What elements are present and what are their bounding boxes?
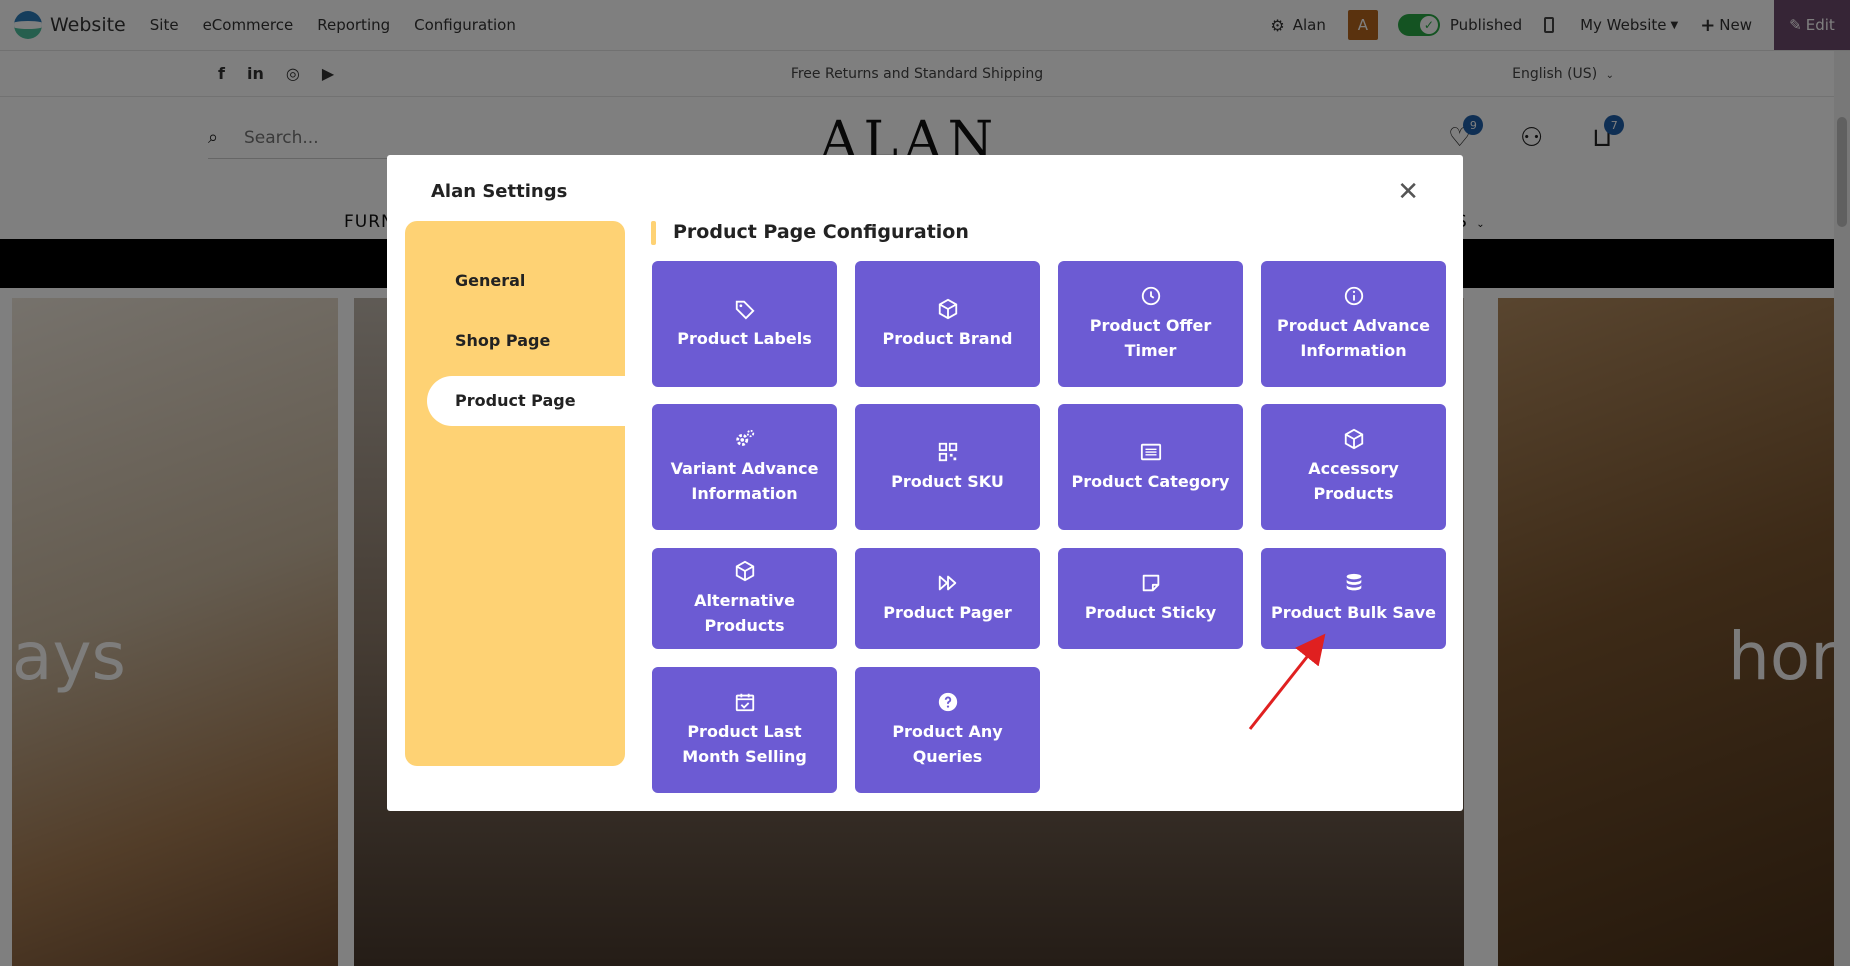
card-label: Alternative Products (694, 590, 795, 635)
question-circle-icon (938, 692, 957, 712)
card-label: Product Last Month Selling (682, 722, 807, 766)
card-product-category[interactable]: Product Category (1058, 404, 1243, 530)
card-product-labels[interactable]: Product Labels (652, 261, 837, 387)
tag-icon (735, 300, 755, 319)
card-label: Variant Advance Information (670, 459, 819, 503)
sticky-note-icon (1142, 574, 1159, 592)
section-title: Product Page Configuration (673, 221, 969, 243)
sidebar-item-shop-page[interactable]: Shop Page (455, 331, 550, 350)
sidebar-item-general[interactable]: General (455, 271, 525, 290)
card-product-pager[interactable]: Product Pager (855, 548, 1040, 649)
cube-icon (735, 560, 754, 581)
info-circle-icon (1344, 286, 1363, 306)
card-accessory-products[interactable]: Accessory Products (1261, 404, 1446, 530)
settings-sidebar: General Shop Page Product Page (405, 221, 625, 766)
card-product-sku[interactable]: Product SKU (855, 404, 1040, 530)
fast-forward-icon (938, 575, 956, 591)
list-icon (1140, 443, 1161, 460)
card-product-advance-information[interactable]: Product Advance Information (1261, 261, 1446, 387)
card-label: Product Advance Information (1277, 316, 1430, 360)
card-label: Product Category (1071, 471, 1230, 491)
card-variant-advance-information[interactable]: Variant Advance Information (652, 404, 837, 530)
card-product-offer-timer[interactable]: Product Offer Timer (1058, 261, 1243, 387)
settings-dialog: Alan Settings ✕ General Shop Page Produc… (387, 155, 1463, 811)
card-alternative-products[interactable]: Alternative Products (652, 548, 837, 649)
card-label: Product Brand (882, 328, 1013, 348)
qr-code-icon (938, 442, 957, 461)
card-label: Product Offer Timer (1089, 316, 1212, 360)
database-icon (1346, 573, 1361, 591)
cube-icon (1344, 428, 1363, 450)
card-label: Accessory Products (1308, 459, 1399, 503)
sidebar-item-product-page[interactable]: Product Page (427, 376, 625, 426)
card-label: Product Pager (883, 603, 1012, 622)
card-label: Product Sticky (1084, 603, 1217, 622)
card-product-any-queries[interactable]: Product Any Queries (855, 667, 1040, 793)
card-product-sticky[interactable]: Product Sticky (1058, 548, 1243, 649)
card-product-brand[interactable]: Product Brand (855, 261, 1040, 387)
card-product-bulk-save[interactable]: Product Bulk Save (1261, 548, 1446, 649)
card-label: Product Bulk Save (1270, 603, 1437, 622)
section-accent-bar (651, 221, 656, 245)
card-label: Product Labels (677, 328, 812, 348)
close-icon[interactable]: ✕ (1397, 179, 1419, 205)
clock-icon (1141, 286, 1160, 306)
calendar-check-icon (735, 693, 754, 712)
cube-icon (938, 298, 957, 319)
card-product-last-month-selling[interactable]: Product Last Month Selling (652, 667, 837, 793)
card-label: Product Any Queries (892, 722, 1003, 766)
gears-icon (735, 429, 754, 446)
card-label: Product SKU (891, 471, 1004, 491)
sidebar-item-label: Product Page (455, 391, 576, 410)
dialog-title: Alan Settings (431, 181, 568, 202)
